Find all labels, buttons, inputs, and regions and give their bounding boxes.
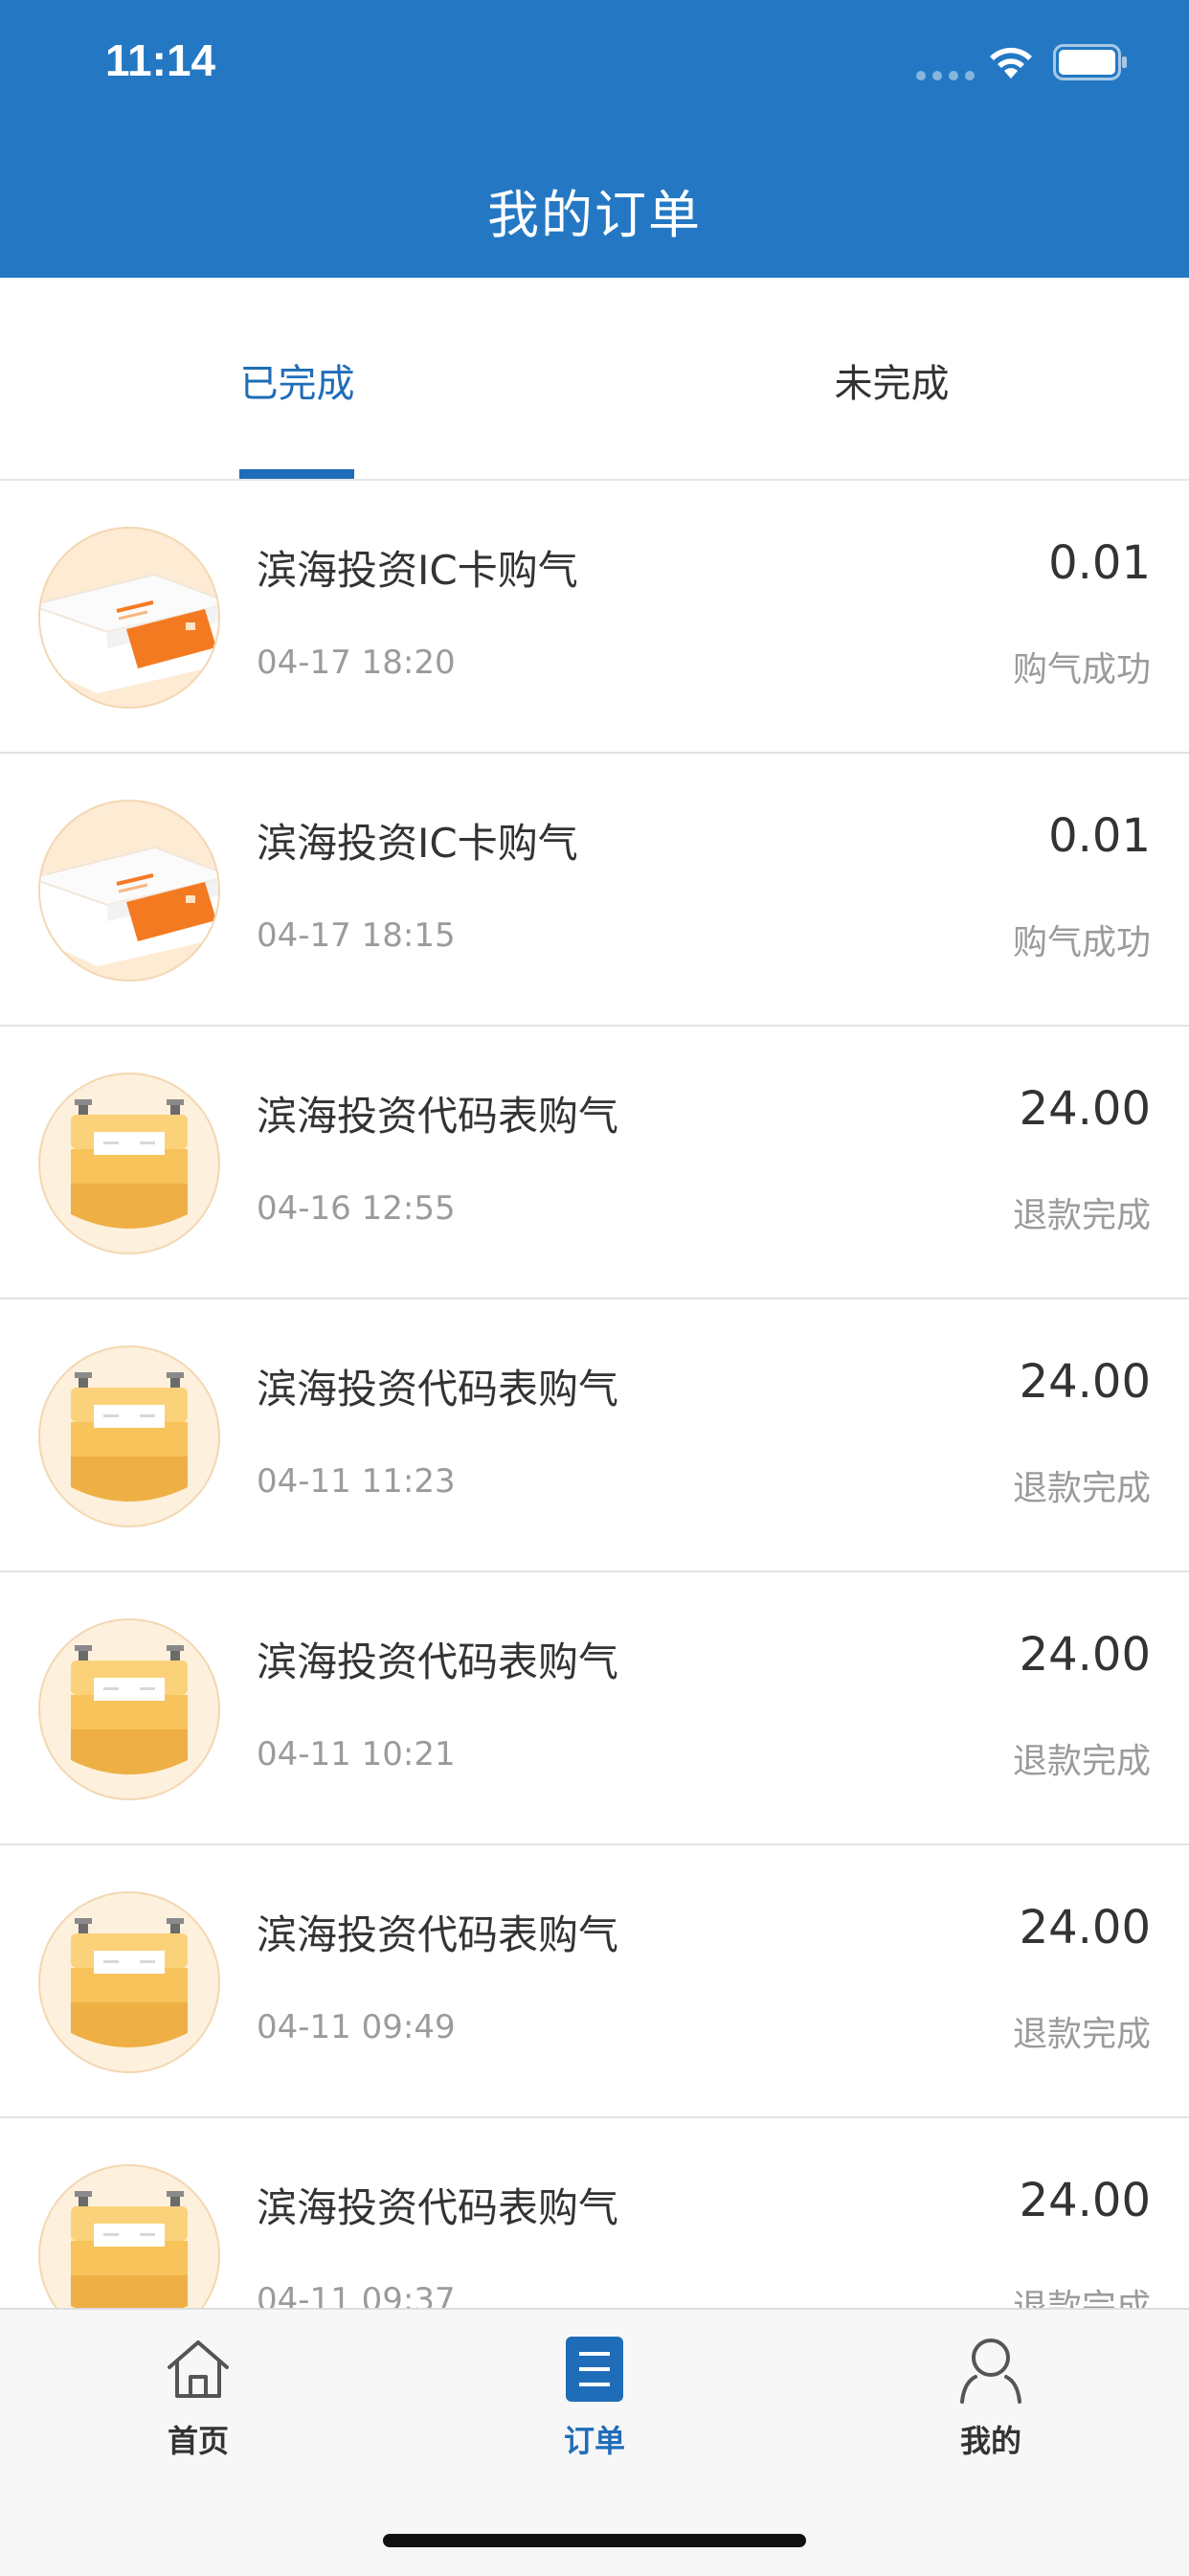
profile-icon xyxy=(960,2339,1021,2404)
order-list: 滨海投资IC卡购气 04-17 18:20 0.01 购气成功 滨海投资IC卡购… xyxy=(0,481,1189,2308)
gas-meter-icon xyxy=(38,2164,220,2308)
page-title: 我的订单 xyxy=(487,185,702,245)
order-status: 退款完成 xyxy=(1012,2015,1151,2054)
app-header: 11:14 我的订单 xyxy=(0,0,1189,278)
order-status: 购气成功 xyxy=(1012,923,1151,962)
tab-uncompleted[interactable]: 未完成 xyxy=(594,278,1189,479)
order-amount: 0.01 xyxy=(1048,536,1151,590)
tab-uncompleted-label: 未完成 xyxy=(834,362,950,406)
orders-icon xyxy=(566,2337,623,2402)
order-date: 04-11 11:23 xyxy=(257,1462,456,1501)
order-status: 退款完成 xyxy=(1012,1742,1151,1781)
order-date: 04-11 09:49 xyxy=(257,2008,456,2046)
status-time: 11:14 xyxy=(105,35,216,85)
order-date: 04-16 12:55 xyxy=(257,1189,456,1228)
order-row[interactable]: 滨海投资代码表购气 04-11 09:37 24.00 退款完成 xyxy=(0,2118,1189,2308)
order-item-name: 滨海投资代码表购气 xyxy=(257,2184,619,2231)
order-item-name: 滨海投资代码表购气 xyxy=(257,1911,619,1958)
tabbar-profile[interactable]: 我的 xyxy=(895,2333,1087,2461)
order-row[interactable]: 滨海投资IC卡购气 04-17 18:20 0.01 购气成功 xyxy=(0,481,1189,754)
order-status: 退款完成 xyxy=(1012,1196,1151,1235)
order-status: 购气成功 xyxy=(1012,650,1151,689)
order-amount: 24.00 xyxy=(1019,1628,1151,1682)
tab-completed[interactable]: 已完成 xyxy=(0,278,594,479)
gas-meter-icon xyxy=(38,1891,220,2073)
order-amount: 24.00 xyxy=(1019,2174,1151,2227)
order-amount: 24.00 xyxy=(1019,1082,1151,1136)
home-indicator[interactable] xyxy=(383,2534,806,2547)
tab-completed-label: 已完成 xyxy=(239,362,355,406)
order-date: 04-17 18:20 xyxy=(257,644,456,682)
order-status-tabs: 已完成 未完成 xyxy=(0,278,1189,481)
order-amount: 0.01 xyxy=(1048,809,1151,863)
order-item-name: 滨海投资代码表购气 xyxy=(257,1638,619,1685)
ic-card-reader-icon xyxy=(38,800,220,982)
order-row[interactable]: 滨海投资代码表购气 04-11 11:23 24.00 退款完成 xyxy=(0,1299,1189,1572)
order-row[interactable]: 滨海投资代码表购气 04-11 09:49 24.00 退款完成 xyxy=(0,1845,1189,2118)
order-amount: 24.00 xyxy=(1019,1355,1151,1409)
order-row[interactable]: 滨海投资IC卡购气 04-17 18:15 0.01 购气成功 xyxy=(0,754,1189,1027)
order-date: 04-11 10:21 xyxy=(257,1735,456,1774)
tabbar-orders-label: 订单 xyxy=(563,2423,625,2459)
gas-meter-icon xyxy=(38,1073,220,1254)
order-item-name: 滨海投资代码表购气 xyxy=(257,1366,619,1412)
battery-icon xyxy=(1053,44,1127,80)
home-icon xyxy=(168,2340,229,2398)
gas-meter-icon xyxy=(38,1618,220,1800)
order-row[interactable]: 滨海投资代码表购气 04-11 10:21 24.00 退款完成 xyxy=(0,1572,1189,1845)
active-tab-indicator xyxy=(239,469,354,479)
order-amount: 24.00 xyxy=(1019,1901,1151,1955)
order-item-name: 滨海投资IC卡购气 xyxy=(257,820,578,867)
tabbar-home[interactable]: 首页 xyxy=(102,2333,294,2461)
order-status: 退款完成 xyxy=(1012,2288,1151,2308)
order-item-name: 滨海投资IC卡购气 xyxy=(257,547,578,594)
tabbar-orders[interactable]: 订单 xyxy=(499,2333,690,2461)
tabbar-home-label: 首页 xyxy=(167,2423,229,2459)
tabbar-profile-label: 我的 xyxy=(959,2423,1021,2459)
cellular-signal-icon xyxy=(916,71,975,80)
order-date: 04-11 09:37 xyxy=(257,2281,456,2308)
gas-meter-icon xyxy=(38,1345,220,1527)
wifi-icon xyxy=(990,47,1032,79)
order-status: 退款完成 xyxy=(1012,1469,1151,1508)
order-row[interactable]: 滨海投资代码表购气 04-16 12:55 24.00 退款完成 xyxy=(0,1027,1189,1299)
order-date: 04-17 18:15 xyxy=(257,916,456,955)
ic-card-reader-icon xyxy=(38,527,220,709)
order-item-name: 滨海投资代码表购气 xyxy=(257,1093,619,1140)
